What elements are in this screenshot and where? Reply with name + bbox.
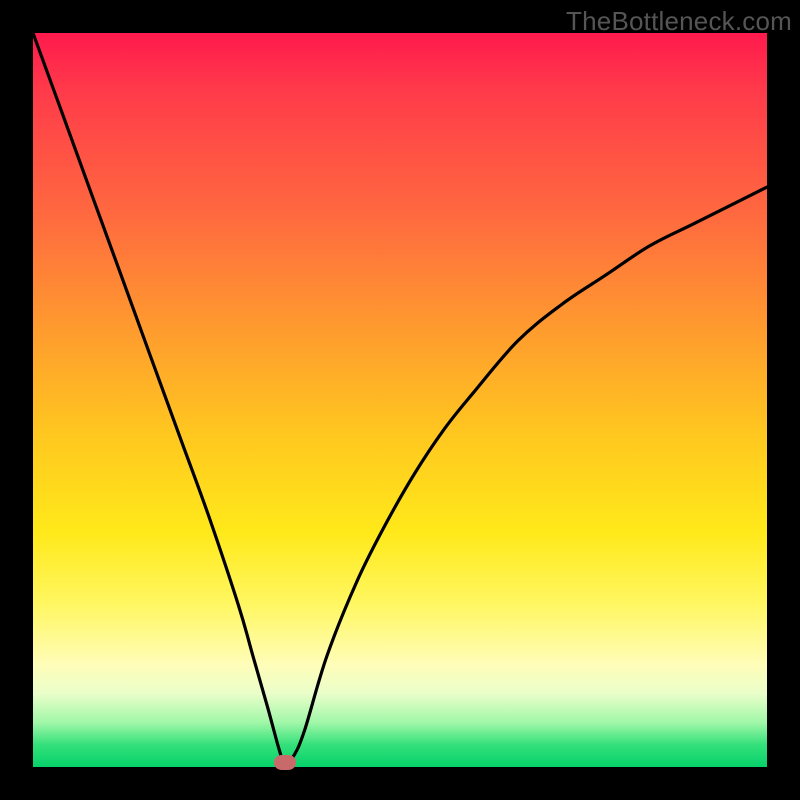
bottleneck-curve	[33, 33, 767, 767]
optimum-marker	[274, 755, 296, 770]
plot-area	[33, 33, 767, 767]
curve-path	[33, 33, 767, 764]
watermark-text: TheBottleneck.com	[566, 6, 792, 37]
chart-frame: TheBottleneck.com	[0, 0, 800, 800]
